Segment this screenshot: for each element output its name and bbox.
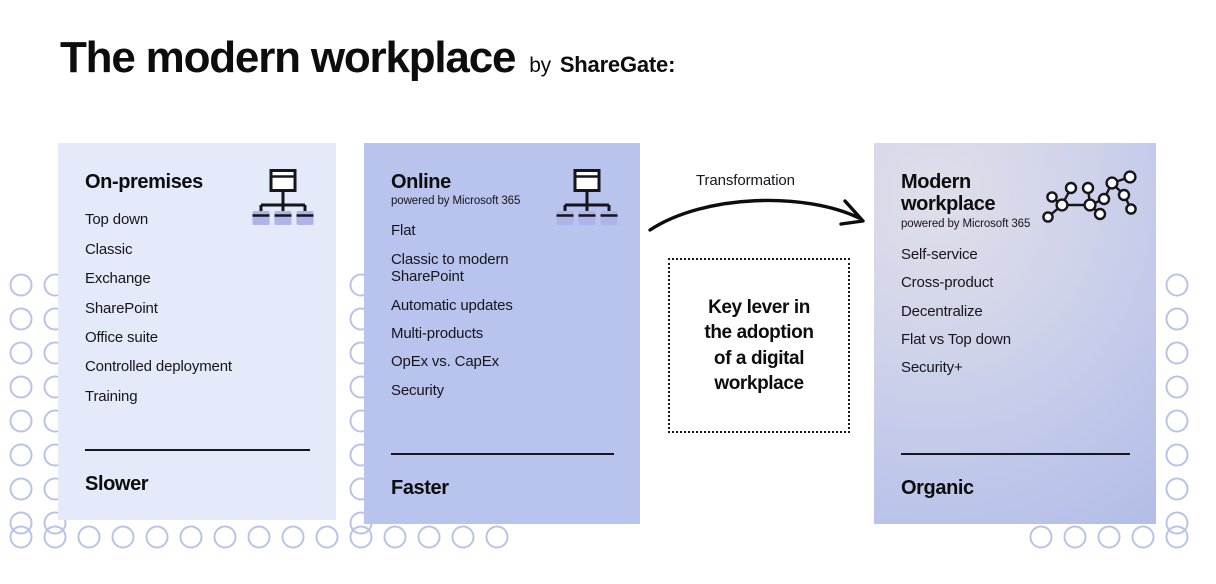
card-item-list: Top down Classic Exchange SharePoint Off… [85,211,310,405]
hierarchy-icon [252,169,314,225]
key-lever-text: Key lever in the adoption of a digital w… [704,296,814,394]
card-on-premises: On-premises Top down Classic Exchange Sh… [58,143,336,520]
page-title-text: The modern workplace [60,33,516,82]
card-heading: Modern workplace [901,171,996,216]
hierarchy-icon [556,169,618,225]
list-item: Cross-product [901,274,994,292]
list-item: Security+ [901,359,963,377]
card-footer-label: Faster [391,477,449,499]
list-item: Decentralize [901,302,983,320]
transformation-label: Transformation [696,172,795,189]
card-footer-label: Slower [85,473,149,495]
network-graph-icon [1042,170,1137,223]
list-item: Automatic updates [391,296,513,314]
list-item: Office suite [85,328,158,346]
list-item: OpEx vs. CapEx [391,353,499,371]
divider [85,449,310,451]
list-item: Controlled deployment [85,358,232,376]
list-item: Classic to modern SharePoint [391,250,509,286]
card-item-list: Flat Classic to modern SharePoint Automa… [391,222,614,399]
page-title: The modern workplace by ShareGate: [60,36,675,80]
list-item: Training [85,387,138,405]
brand-name: ShareGate: [559,52,676,77]
list-item: Security [391,381,444,399]
card-footer: Faster [391,453,614,500]
card-item-list: Self-service Cross-product Decentralize … [901,246,1130,377]
key-lever-callout: Key lever in the adoption of a digital w… [668,258,850,433]
card-heading: On-premises [85,171,203,193]
list-item: SharePoint [85,299,158,317]
card-footer-label: Organic [901,477,974,499]
card-online: Online powered by Microsoft 365 Flat Cla… [364,143,640,524]
divider [901,453,1130,455]
list-item: Multi-products [391,324,484,342]
list-item: Flat vs Top down [901,330,1011,348]
list-item: Self-service [901,245,978,263]
curved-arrow-right-icon [648,198,865,232]
card-footer: Organic [901,453,1130,500]
list-item: Classic [85,240,133,258]
page-title-by-label: by [529,54,551,77]
card-heading: Online [391,171,451,193]
divider [391,453,614,455]
card-modern-workplace: Modern workplace powered by Microsoft 36… [874,143,1156,524]
list-item: Exchange [85,270,151,288]
card-footer: Slower [85,449,310,496]
